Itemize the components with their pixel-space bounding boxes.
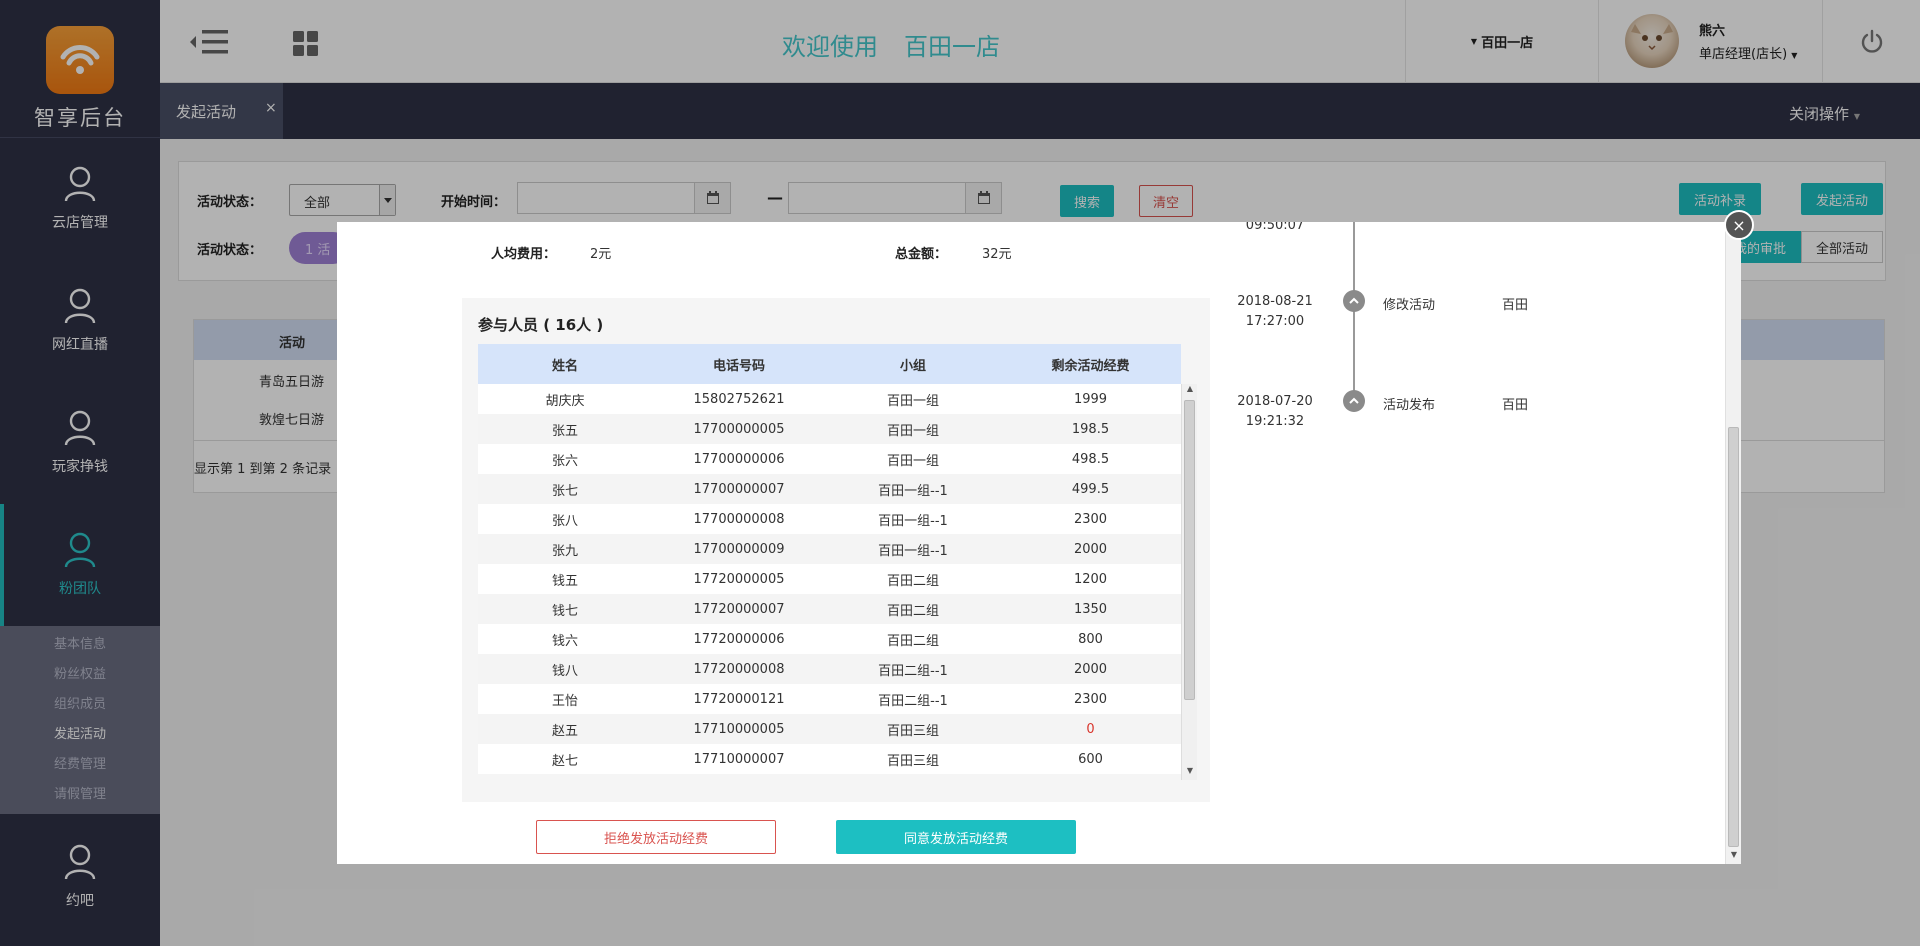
cell-phone: 17700000007 (693, 481, 785, 497)
cell-phone: 17700000006 (693, 451, 785, 467)
table-row[interactable]: 张七 17700000007 百田一组--1 499.5 (478, 474, 1181, 504)
table-row[interactable]: 胡庆庆 15802752621 百田一组 1999 (478, 384, 1181, 414)
cell-phone: 17720000007 (693, 601, 785, 617)
table-row[interactable]: 钱七 17720000007 百田二组 1350 (478, 594, 1181, 624)
table-row[interactable]: 赵七 17710000007 百田三组 600 (478, 744, 1181, 774)
cell-name: 钱七 (551, 603, 578, 619)
cell-fund: 498.5 (1071, 451, 1110, 467)
cell-phone: 15802752621 (693, 391, 785, 407)
per-cost-value: 2元 (590, 247, 612, 262)
timeline-action: 修改活动 (1383, 298, 1436, 313)
cell-group: 百田一组 (886, 423, 939, 439)
total-amount-value: 32元 (982, 247, 1012, 262)
cell-name: 张八 (551, 513, 578, 529)
cell-fund: 2300 (1073, 691, 1108, 707)
cell-fund: 198.5 (1071, 421, 1110, 437)
members-table-body[interactable]: 胡庆庆 15802752621 百田一组 1999 张五 17700000005 百田一组 1… (478, 384, 1181, 780)
cell-fund: 1999 (1073, 391, 1108, 407)
scroll-down-icon[interactable]: ▼ (1726, 850, 1741, 864)
cell-phone: 17720000006 (693, 631, 785, 647)
cell-phone: 17700000005 (693, 421, 785, 437)
modal-close-icon[interactable]: × (1724, 210, 1754, 240)
column-header-fund: 剩余活动经费 (1051, 358, 1130, 374)
total-amount-label: 总金额： (895, 247, 948, 262)
cell-phone: 17700000008 (693, 511, 785, 527)
table-row[interactable]: 张八 17700000008 百田一组--1 2300 (478, 504, 1181, 534)
members-scrollbar[interactable]: ▲ ▼ (1181, 384, 1197, 780)
timeline-operator: 百田 (1502, 398, 1529, 413)
table-row[interactable]: 钱六 17720000006 百田二组 800 (478, 624, 1181, 654)
reject-fund-button[interactable]: 拒绝发放活动经费 (536, 820, 776, 854)
cell-group: 百田一组 (886, 393, 939, 409)
cell-phone: 17710000005 (693, 721, 785, 737)
table-row[interactable]: 钱五 17720000005 百田二组 1200 (478, 564, 1181, 594)
timeline-time-partial: 09:50:07 (1245, 222, 1305, 230)
column-header-name: 姓名 (551, 358, 578, 374)
cell-phone: 17720000005 (693, 571, 785, 587)
chevron-up-icon (1343, 290, 1365, 312)
scrollbar-thumb[interactable] (1184, 400, 1195, 700)
table-row[interactable]: 张九 17700000009 百田一组--1 2000 (478, 534, 1181, 564)
cell-fund: 800 (1078, 631, 1103, 647)
cell-fund: 499.5 (1071, 481, 1110, 497)
cell-name: 胡庆庆 (545, 393, 585, 409)
members-table: 姓名 电话号码 小组 剩余活动经费 胡庆庆 15802752621 百田一组 1999… (478, 344, 1181, 780)
cell-phone: 17720000008 (693, 661, 785, 677)
timeline-operator: 百田 (1502, 298, 1529, 313)
cell-group: 百田二组 (886, 573, 939, 589)
cell-fund: 2300 (1073, 511, 1108, 527)
cell-group: 百田三组 (886, 723, 939, 739)
table-row[interactable]: 赵五 17710000005 百田三组 0 (478, 714, 1181, 744)
cell-name: 钱八 (551, 663, 578, 679)
cell-phone: 17720000121 (693, 691, 785, 707)
cell-name: 王怡 (551, 693, 578, 709)
cell-name: 钱六 (551, 633, 578, 649)
cell-fund: 2000 (1073, 541, 1108, 557)
cell-group: 百田一组--1 (878, 543, 948, 559)
activity-detail-modal: 人均费用： 2元 总金额： 32元 参与人员 ( 16人 ) 姓名 电话号码 小… (337, 222, 1741, 864)
scroll-up-icon[interactable]: ▲ (1182, 384, 1198, 398)
cell-group: 百田二组 (886, 603, 939, 619)
cell-fund: 1200 (1073, 571, 1108, 587)
chevron-up-icon (1343, 390, 1365, 412)
timeline-action: 活动发布 (1383, 398, 1436, 413)
cell-group: 百田一组--1 (878, 483, 948, 499)
cell-group: 百田三组 (886, 753, 939, 769)
table-header: 姓名 电话号码 小组 剩余活动经费 (478, 344, 1181, 384)
scrollbar-thumb[interactable] (1728, 427, 1739, 847)
cell-fund: 0 (1086, 721, 1095, 737)
cell-name: 张六 (551, 453, 578, 469)
cell-group: 百田一组 (886, 453, 939, 469)
column-header-phone: 电话号码 (712, 358, 765, 374)
cell-phone: 17700000009 (693, 541, 785, 557)
cell-fund: 1350 (1073, 601, 1108, 617)
scroll-down-icon[interactable]: ▼ (1182, 766, 1198, 780)
table-row[interactable]: 钱八 17720000008 百田二组--1 2000 (478, 654, 1181, 684)
per-cost-label: 人均费用： (491, 247, 557, 262)
cell-name: 赵五 (551, 723, 578, 739)
modal-scrollbar[interactable]: ▼ (1725, 222, 1741, 864)
cell-group: 百田二组--1 (878, 693, 948, 709)
cell-group: 百田一组--1 (878, 513, 948, 529)
timeline-date: 2018-07-20 19:21:32 (1237, 394, 1313, 429)
cell-name: 赵七 (551, 753, 578, 769)
timeline-date: 2018-08-21 17:27:00 (1237, 294, 1313, 329)
cell-name: 张七 (551, 483, 578, 499)
cell-name: 张五 (551, 423, 578, 439)
cell-group: 百田二组 (886, 633, 939, 649)
cell-fund: 2000 (1073, 661, 1108, 677)
column-header-group: 小组 (899, 358, 926, 374)
approve-fund-button[interactable]: 同意发放活动经费 (836, 820, 1076, 854)
table-row[interactable]: 王怡 17720000121 百田二组--1 2300 (478, 684, 1181, 714)
members-panel: 参与人员 ( 16人 ) 姓名 电话号码 小组 剩余活动经费 胡庆庆 158027… (462, 298, 1210, 802)
timeline-line (1353, 222, 1355, 408)
cell-fund: 600 (1078, 751, 1103, 767)
table-row[interactable]: 张五 17700000005 百田一组 198.5 (478, 414, 1181, 444)
members-title: 参与人员 ( 16人 ) (478, 316, 604, 334)
cell-name: 张九 (551, 543, 578, 559)
cell-name: 钱五 (551, 573, 578, 589)
table-row[interactable]: 张六 17700000006 百田一组 498.5 (478, 444, 1181, 474)
cell-group: 百田二组--1 (878, 663, 948, 679)
cell-phone: 17710000007 (693, 751, 785, 767)
